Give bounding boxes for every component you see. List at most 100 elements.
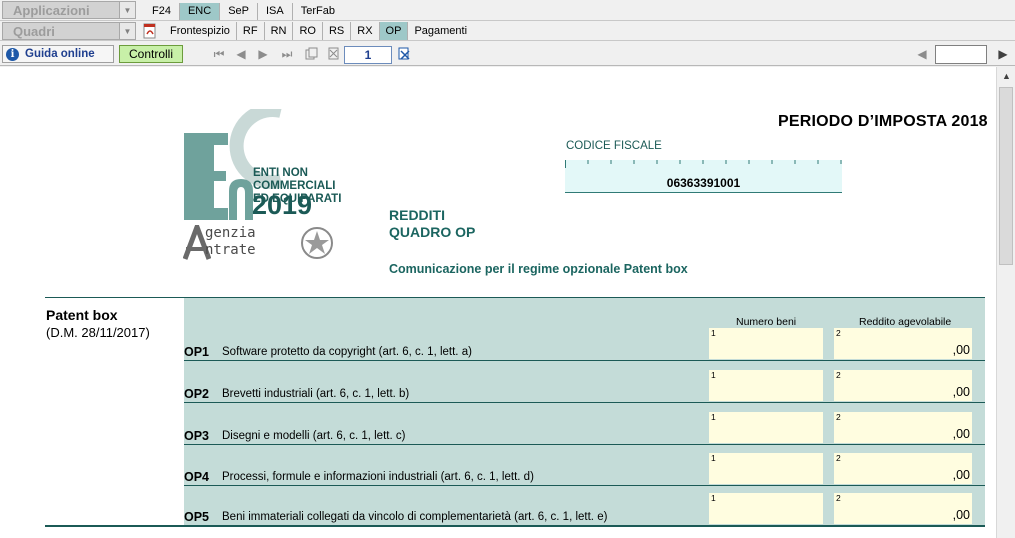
numero-beni-field[interactable]: 1 — [709, 328, 823, 359]
toolbar: i Guida online Controlli ⏮ ◀ ▶ ⏭ 1 ◀ ▶ — [0, 42, 1015, 66]
field-number: 1 — [711, 328, 716, 338]
field-number: 1 — [711, 370, 716, 380]
redditi-heading: REDDITI QUADRO OP — [389, 207, 475, 241]
applicazioni-label: Applicazioni — [13, 2, 90, 18]
quadri-dropdown[interactable]: Quadri ▼ — [2, 22, 136, 40]
guida-online-label: Guida online — [25, 48, 95, 60]
tab-sep[interactable]: SeP — [220, 3, 258, 20]
entrate-label: ntrate — [205, 242, 256, 258]
form-subtitle: Comunicazione per il regime opzionale Pa… — [389, 262, 688, 276]
tab-ro[interactable]: RO — [293, 22, 323, 40]
numero-beni-field[interactable]: 1 — [709, 493, 823, 524]
tab-pagamenti[interactable]: Pagamenti — [408, 22, 473, 40]
quadri-bar: Quadri ▼ Frontespizio RF RN RO RS RX OP … — [0, 21, 1015, 41]
reddito-agevolabile-field[interactable]: 2 ,00 — [834, 493, 972, 524]
tab-rn[interactable]: RN — [265, 22, 294, 40]
guida-online-button[interactable]: i Guida online — [2, 45, 114, 63]
row-code: OP4 — [184, 470, 210, 484]
row-code: OP1 — [184, 345, 210, 359]
field-number: 2 — [836, 453, 841, 463]
row-description: Beni immateriali collegati da vincolo di… — [222, 511, 608, 523]
controlli-button[interactable]: Controlli — [119, 45, 183, 63]
row-code: OP5 — [184, 510, 210, 524]
field-number: 2 — [836, 412, 841, 422]
numero-beni-field[interactable]: 1 — [709, 453, 823, 484]
tab-rs[interactable]: RS — [323, 22, 352, 40]
scroll-right-icon[interactable]: ▶ — [996, 47, 1010, 61]
agenzia-label: genzia — [205, 225, 256, 241]
quadri-label: Quadri — [13, 23, 55, 39]
tab-f24[interactable]: F24 — [144, 3, 180, 20]
tab-terfab[interactable]: TerFab — [293, 3, 343, 20]
numero-beni-field[interactable]: 1 — [709, 370, 823, 401]
first-page-icon[interactable]: ⏮ — [212, 47, 226, 61]
applications-bar: Applicazioni ▼ F24 ENC SeP ISA TerFab — [0, 0, 1015, 21]
emblem-icon — [301, 227, 333, 259]
row-code: OP2 — [184, 387, 210, 401]
delete-page-icon[interactable] — [326, 47, 340, 61]
numero-beni-field[interactable]: 1 — [709, 412, 823, 443]
row-description: Software protetto da copyright (art. 6, … — [222, 346, 472, 358]
table-row: OP4 Processi, formule e informazioni ind… — [184, 444, 985, 486]
table-row: OP1 Software protetto da copyright (art.… — [184, 319, 985, 361]
tab-isa[interactable]: ISA — [258, 3, 293, 20]
field-value: ,00 — [952, 468, 970, 482]
field-number: 1 — [711, 412, 716, 422]
row-description: Processi, formule e informazioni industr… — [222, 471, 534, 483]
tab-frontespizio[interactable]: Frontespizio — [164, 22, 237, 40]
row-description: Brevetti industriali (art. 6, c. 1, lett… — [222, 388, 410, 400]
tab-enc[interactable]: ENC — [179, 3, 221, 20]
reddito-agevolabile-field[interactable]: 2 ,00 — [834, 412, 972, 443]
periodo-imposta: PERIODO D’IMPOSTA 2018 — [778, 113, 988, 130]
field-number: 1 — [711, 493, 716, 503]
quadri-tabs: Frontespizio RF RN RO RS RX OP Pagamenti — [140, 22, 473, 40]
field-number: 1 — [711, 453, 716, 463]
clear-page-icon[interactable] — [397, 47, 411, 61]
row-code: OP3 — [184, 429, 210, 443]
applicazioni-dropdown[interactable]: Applicazioni ▼ — [2, 1, 136, 19]
chevron-down-icon[interactable]: ▼ — [119, 2, 135, 18]
last-page-icon[interactable]: ⏭ — [280, 47, 294, 61]
quadro-label: QUADRO OP — [389, 224, 476, 240]
pdf-icon[interactable] — [142, 23, 158, 39]
section-title: Patent box — [46, 307, 118, 323]
codice-fiscale-ticks — [565, 160, 842, 168]
row-description: Disegni e modelli (art. 6, c. 1, lett. c… — [222, 430, 406, 442]
agenzia-entrate-logo: genzia ntrate — [183, 225, 333, 263]
redditi-label: REDDITI — [389, 207, 445, 223]
field-number: 2 — [836, 370, 841, 380]
scrollbar-thumb[interactable] — [999, 87, 1013, 265]
scroll-up-icon[interactable]: ▲ — [1002, 71, 1011, 81]
section-subtitle: (D.M. 28/11/2017) — [46, 325, 150, 340]
goto-input[interactable] — [935, 45, 987, 64]
page-number-input[interactable]: 1 — [344, 46, 392, 64]
form-document: ENTI NON COMMERCIALI ED EQUIPARATI 2019 … — [0, 67, 996, 538]
prev-page-icon[interactable]: ◀ — [234, 47, 248, 61]
reddito-agevolabile-field[interactable]: 2 ,00 — [834, 370, 972, 401]
table-row: OP3 Disegni e modelli (art. 6, c. 1, let… — [184, 403, 985, 445]
tab-op[interactable]: OP — [379, 22, 409, 40]
field-number: 2 — [836, 328, 841, 338]
enc-logo: ENTI NON COMMERCIALI ED EQUIPARATI 2019 … — [183, 103, 393, 263]
vertical-scrollbar[interactable]: ▲ — [996, 67, 1015, 538]
field-value: ,00 — [952, 385, 970, 399]
tab-rx[interactable]: RX — [351, 22, 380, 40]
codice-fiscale-label: CODICE FISCALE — [566, 140, 662, 152]
field-value: ,00 — [952, 427, 970, 441]
info-icon: i — [6, 47, 19, 61]
logo-year: 2019 — [252, 190, 313, 220]
main-tabs: F24 ENC SeP ISA TerFab — [144, 3, 343, 20]
tab-rf[interactable]: RF — [237, 22, 265, 40]
codice-fiscale-value: 06363391001 — [666, 176, 741, 190]
table-row: OP5 Beni immateriali collegati da vincol… — [184, 484, 985, 526]
codice-fiscale-field[interactable]: 06363391001 — [565, 160, 842, 193]
chevron-down-icon[interactable]: ▼ — [119, 23, 135, 39]
next-page-icon[interactable]: ▶ — [256, 47, 270, 61]
field-number: 2 — [836, 493, 841, 503]
reddito-agevolabile-field[interactable]: 2 ,00 — [834, 328, 972, 359]
copy-page-icon[interactable] — [304, 47, 318, 61]
field-value: ,00 — [952, 343, 970, 357]
scroll-left-icon[interactable]: ◀ — [915, 47, 929, 61]
reddito-agevolabile-field[interactable]: 2 ,00 — [834, 453, 972, 484]
table-row: OP2 Brevetti industriali (art. 6, c. 1, … — [184, 361, 985, 403]
